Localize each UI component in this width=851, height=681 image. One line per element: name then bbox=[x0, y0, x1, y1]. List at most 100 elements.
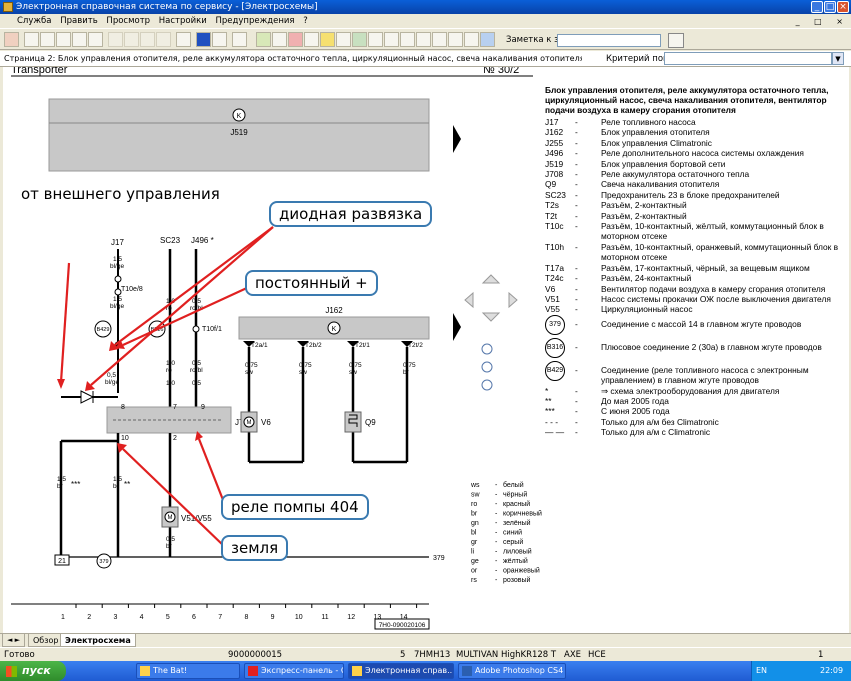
menu-view[interactable]: Просмотр bbox=[103, 14, 153, 28]
bat-icon bbox=[140, 666, 150, 676]
back-icon[interactable] bbox=[176, 32, 191, 47]
legend-row: - - - - Только для а/м без Climatronic bbox=[545, 417, 845, 427]
colour-code: bl bbox=[471, 530, 477, 537]
taskbar-service-system[interactable]: Электронная справ... bbox=[348, 663, 454, 679]
pan-left-icon[interactable] bbox=[464, 291, 474, 309]
start-button[interactable]: пуск bbox=[0, 661, 66, 681]
menu-service[interactable]: Служба bbox=[14, 14, 55, 28]
taskbar-the-bat[interactable]: The Bat! bbox=[136, 663, 240, 679]
menu-help[interactable]: ? bbox=[300, 14, 311, 28]
pan-down-icon[interactable] bbox=[481, 312, 501, 322]
close-button[interactable]: × bbox=[837, 1, 849, 13]
mdi-controls[interactable]: _ □ × bbox=[796, 15, 849, 29]
wire-t2b-size: 0,75 bbox=[299, 362, 312, 369]
book-icon[interactable] bbox=[272, 32, 287, 47]
legend-dash: - bbox=[575, 395, 578, 406]
taskbar-opera[interactable]: Экспресс-панель - O... bbox=[244, 663, 344, 679]
colour-dash: - bbox=[495, 520, 498, 527]
engine-icon[interactable] bbox=[368, 32, 383, 47]
wire-t2t2-colour: br bbox=[403, 369, 410, 376]
calc-icon[interactable] bbox=[256, 32, 271, 47]
next-page-icon[interactable] bbox=[140, 32, 155, 47]
order-note-button[interactable] bbox=[668, 33, 684, 48]
legend-row: T2t - Разъём, 2-контактный bbox=[545, 211, 845, 221]
annotation-diode-isolation: диодная развязка bbox=[269, 201, 433, 227]
ball-icon[interactable] bbox=[336, 32, 351, 47]
colour-name: синий bbox=[503, 529, 522, 537]
annotation-external-control: от внешнего управления bbox=[21, 185, 220, 203]
wrench-icon[interactable] bbox=[352, 32, 367, 47]
key-icon[interactable] bbox=[432, 32, 447, 47]
help-icon[interactable] bbox=[212, 32, 227, 47]
car-check-icon[interactable] bbox=[400, 32, 415, 47]
legend-dash: - bbox=[575, 416, 578, 427]
legend-text: Плюсовое соединение 2 (30а) в главном жг… bbox=[601, 341, 822, 352]
copy-icon[interactable] bbox=[72, 32, 87, 47]
colour-code: rs bbox=[471, 577, 477, 584]
legend-row: — — - Только для а/м с Climatronic bbox=[545, 427, 845, 437]
legend-dash: - bbox=[575, 304, 578, 315]
j162-label: J162 bbox=[325, 306, 343, 315]
legend-code: J255 bbox=[545, 137, 564, 148]
stop-icon[interactable] bbox=[288, 32, 303, 47]
first-page-icon[interactable] bbox=[108, 32, 123, 47]
taskbar-photoshop[interactable]: Adobe Photoshop CS4 bbox=[458, 663, 566, 679]
exit-icon[interactable] bbox=[4, 32, 19, 47]
tab-wiring-diagram[interactable]: Электросхема bbox=[60, 634, 136, 647]
status-model: 7HMH13 bbox=[414, 650, 451, 660]
preview-icon[interactable] bbox=[40, 32, 55, 47]
order-note-input[interactable] bbox=[557, 34, 661, 47]
pan-up-icon[interactable] bbox=[481, 274, 501, 284]
legend-dash: - bbox=[575, 293, 578, 304]
wire-j496-size: 0,5 bbox=[192, 298, 201, 305]
menu-settings[interactable]: Настройки bbox=[156, 14, 210, 28]
search-criteria-input[interactable] bbox=[664, 52, 832, 65]
menu-warnings[interactable]: Предупреждения bbox=[212, 14, 297, 28]
schedule-icon[interactable] bbox=[416, 32, 431, 47]
tab-scroll-left[interactable]: ◄ ► bbox=[2, 634, 25, 647]
tools-icon[interactable] bbox=[304, 32, 319, 47]
print-icon[interactable] bbox=[24, 32, 39, 47]
search-criteria-dropdown[interactable]: ▼ bbox=[832, 52, 844, 65]
colour-name: лиловый bbox=[503, 548, 532, 556]
diagnostics-icon[interactable] bbox=[384, 32, 399, 47]
j708-pin9: 9 bbox=[201, 404, 205, 411]
document-icon[interactable] bbox=[56, 32, 71, 47]
legend-code: - - - bbox=[545, 416, 559, 427]
maximize-button[interactable]: □ bbox=[824, 1, 836, 13]
gear-icon[interactable] bbox=[464, 32, 479, 47]
arrow-relay bbox=[197, 438, 227, 506]
last-page-icon[interactable] bbox=[156, 32, 171, 47]
wire-g1-size: 1,5 bbox=[57, 476, 66, 483]
colour-name: розовый bbox=[503, 576, 530, 584]
colour-code: or bbox=[471, 568, 478, 575]
colour-code-table: ws - белыйsw - чёрныйro - красныйbr - коричневый… bbox=[470, 481, 542, 584]
bulb-icon[interactable] bbox=[448, 32, 463, 47]
language-indicator[interactable]: EN bbox=[756, 661, 767, 681]
sync-icon[interactable] bbox=[232, 32, 247, 47]
prev-page-icon[interactable] bbox=[124, 32, 139, 47]
tab-overview[interactable]: Обзор bbox=[28, 634, 64, 647]
zoom-fit-icon[interactable] bbox=[481, 361, 493, 373]
legend-code: T10h bbox=[545, 241, 565, 252]
legend-dash: - bbox=[575, 179, 578, 190]
q9-label: Q9 bbox=[365, 418, 376, 427]
colour-code: gn bbox=[471, 520, 479, 527]
legend-code: Q9 bbox=[545, 179, 557, 190]
minimize-button[interactable]: _ bbox=[811, 1, 823, 13]
next-page-arrow-top[interactable] bbox=[453, 125, 461, 153]
wire-j496b-size: 0,5 bbox=[192, 360, 201, 367]
wire-g3-colour: br bbox=[113, 483, 120, 490]
pan-right-icon[interactable] bbox=[508, 291, 518, 309]
legend-title: Блок управления отопителя, реле аккумуля… bbox=[545, 85, 829, 115]
zoom-out-icon[interactable] bbox=[481, 379, 493, 391]
next-page-arrow-bottom[interactable] bbox=[453, 313, 461, 341]
colour-code: gr bbox=[471, 539, 478, 546]
zoom-in-icon[interactable] bbox=[481, 343, 493, 355]
warning-icon[interactable] bbox=[320, 32, 335, 47]
car-icon[interactable] bbox=[88, 32, 103, 47]
info-icon[interactable] bbox=[196, 32, 211, 47]
menu-edit[interactable]: Править bbox=[57, 14, 101, 28]
globe-icon[interactable] bbox=[480, 32, 495, 47]
app-icon bbox=[352, 666, 362, 676]
